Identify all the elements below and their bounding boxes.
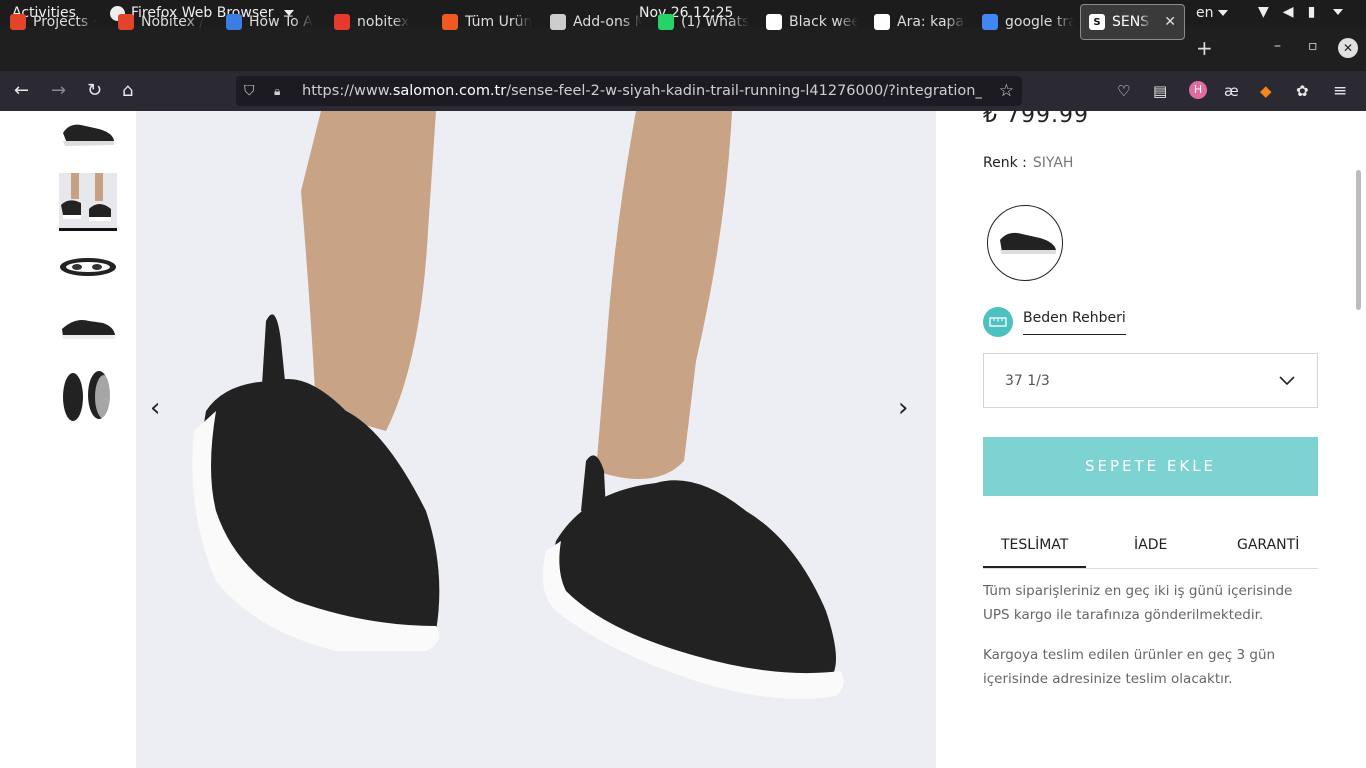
back-arrow-icon[interactable]: ← <box>14 81 29 101</box>
new-tab-button[interactable]: + <box>1196 36 1213 60</box>
extension-h-icon[interactable]: H <box>1189 81 1207 99</box>
color-value: SIYAH <box>1032 155 1074 171</box>
url-text[interactable]: https://www.salomon.com.tr/sense-feel-2-… <box>302 83 982 99</box>
product-price: ₺ 799.99 <box>983 111 1089 128</box>
url-prefix: https://www. <box>302 83 393 99</box>
tab-label: Tüm Ürün <box>465 14 533 30</box>
tab-label: Nobitex / <box>141 14 205 30</box>
translate-extension-icon[interactable]: æ <box>1224 81 1239 101</box>
page-icon <box>766 14 782 30</box>
color-swatch-black[interactable] <box>987 205 1063 281</box>
add-to-cart-button[interactable]: SEPETE EKLE <box>983 437 1318 496</box>
size-select[interactable]: 37 1/3 <box>983 353 1318 408</box>
gitlab-icon <box>118 14 134 30</box>
extensions-icon[interactable]: ✿ <box>1296 81 1309 101</box>
tab-6[interactable]: (1) Whats <box>658 4 750 40</box>
nobitex-icon <box>334 14 350 30</box>
page-icon <box>874 14 890 30</box>
wifi-icon: ▼ <box>1258 4 1269 20</box>
gitlab-icon <box>10 14 26 30</box>
bookmark-star-icon[interactable]: ☆ <box>999 81 1014 101</box>
product-main-image[interactable]: ‹ › <box>136 111 936 768</box>
tab-4[interactable]: Tüm Ürün <box>442 4 534 40</box>
tab-iade[interactable]: İADE <box>1134 537 1167 553</box>
tab-8[interactable]: Ara: kapal <box>874 4 966 40</box>
tab-5[interactable]: Add-ons M <box>550 4 642 40</box>
metamask-icon[interactable]: ◆ <box>1260 81 1272 101</box>
tab-0[interactable]: Projects · <box>10 4 102 40</box>
tab-label: nobitex <box>357 14 410 30</box>
battery-icon: ▮ <box>1307 4 1316 20</box>
info-tabs: TESLİMAT İADE GARANTİ <box>983 531 1318 569</box>
thumbnail-sole-view[interactable] <box>59 239 117 297</box>
volume-icon: ◀ <box>1282 4 1294 20</box>
next-image-arrow[interactable]: › <box>898 393 908 423</box>
minimize-button[interactable]: – <box>1274 38 1281 54</box>
tab-label: How To A <box>249 14 313 30</box>
menu-icon[interactable]: ≡ <box>1333 81 1347 101</box>
product-page: ‹ › ₺ 799.99 Renk : SIYAH Beden Rehberi 3… <box>0 111 1366 768</box>
page-icon <box>226 14 242 30</box>
tab-2[interactable]: How To A <box>226 4 318 40</box>
thumbnail-side-view-2[interactable] <box>59 303 117 361</box>
language-indicator[interactable]: en <box>1196 5 1228 21</box>
lock-icon[interactable]: 🔒︎ <box>274 84 288 99</box>
tab-teslimat[interactable]: TESLİMAT <box>983 537 1087 568</box>
ruler-icon[interactable] <box>983 307 1013 337</box>
tab-label: google tra <box>1005 14 1074 30</box>
url-domain: salomon.com.tr <box>392 83 507 99</box>
home-icon[interactable]: ⌂ <box>122 81 133 101</box>
store-icon <box>442 14 458 30</box>
reader-view-icon[interactable]: ▤ <box>1153 81 1167 101</box>
tab-label: Projects · <box>33 14 98 30</box>
salomon-icon: S <box>1089 14 1105 30</box>
maximize-button[interactable]: ▫ <box>1308 38 1318 54</box>
tab-9[interactable]: google tra <box>982 4 1074 40</box>
delivery-text-2: Kargoya teslim edilen ürünler en geç 3 g… <box>983 647 1276 687</box>
tab-label: (1) Whats <box>681 14 750 30</box>
size-select-value: 37 1/3 <box>1005 373 1050 389</box>
previous-image-arrow[interactable]: ‹ <box>150 393 160 423</box>
shoe-photo <box>136 111 936 768</box>
tab-label: Ara: kapal <box>897 14 966 30</box>
tab-7[interactable]: Black wee <box>766 4 858 40</box>
tab-10[interactable]: S SENSE F ✕ <box>1080 4 1185 40</box>
whatsapp-icon <box>658 14 674 30</box>
thumbnail-top-view[interactable] <box>59 367 117 425</box>
chevron-down-icon <box>1333 9 1344 15</box>
address-bar[interactable]: ⛉ 🔒︎ https://www.salomon.com.tr/sense-fe… <box>236 76 1022 106</box>
color-label: Renk : <box>983 155 1027 171</box>
thumbnail-side-view[interactable] <box>59 111 117 169</box>
close-window-button[interactable]: ✕ <box>1338 38 1358 58</box>
tab-label: SENSE F <box>1112 14 1151 30</box>
chevron-down-icon <box>1217 10 1228 16</box>
tab-3[interactable]: nobitex <box>334 4 426 40</box>
thumbnail-on-feet[interactable] <box>59 173 117 231</box>
tab-1[interactable]: Nobitex / <box>118 4 210 40</box>
url-path: /sense-feel-2-w-siyah-kadin-trail-runnin… <box>506 83 982 99</box>
forward-arrow-icon[interactable]: → <box>51 81 66 101</box>
size-guide-link[interactable]: Beden Rehberi <box>1023 310 1126 335</box>
tab-label: Add-ons M <box>573 14 642 30</box>
navigation-toolbar: ← → ↻ ⌂ ⛉ 🔒︎ https://www.salomon.com.tr/… <box>0 71 1366 111</box>
delivery-text-1: Tüm siparişleriniz en geç iki iş günü iç… <box>983 583 1293 623</box>
color-row: Renk : SIYAH <box>983 155 1073 171</box>
tab-garanti[interactable]: GARANTİ <box>1237 537 1299 553</box>
language-label: en <box>1196 5 1214 21</box>
pocket-icon[interactable]: ♡ <box>1117 81 1130 101</box>
tab-label: Black wee <box>789 14 858 30</box>
google-icon <box>982 14 998 30</box>
chevron-down-icon <box>1279 367 1295 399</box>
system-status-area[interactable]: ▼ ◀ ▮ <box>1258 4 1344 20</box>
reload-icon[interactable]: ↻ <box>87 81 102 101</box>
puzzle-icon <box>550 14 566 30</box>
page-scrollbar[interactable] <box>1356 170 1361 310</box>
shield-icon[interactable]: ⛉ <box>244 83 260 99</box>
close-tab-icon[interactable]: ✕ <box>1164 14 1176 30</box>
